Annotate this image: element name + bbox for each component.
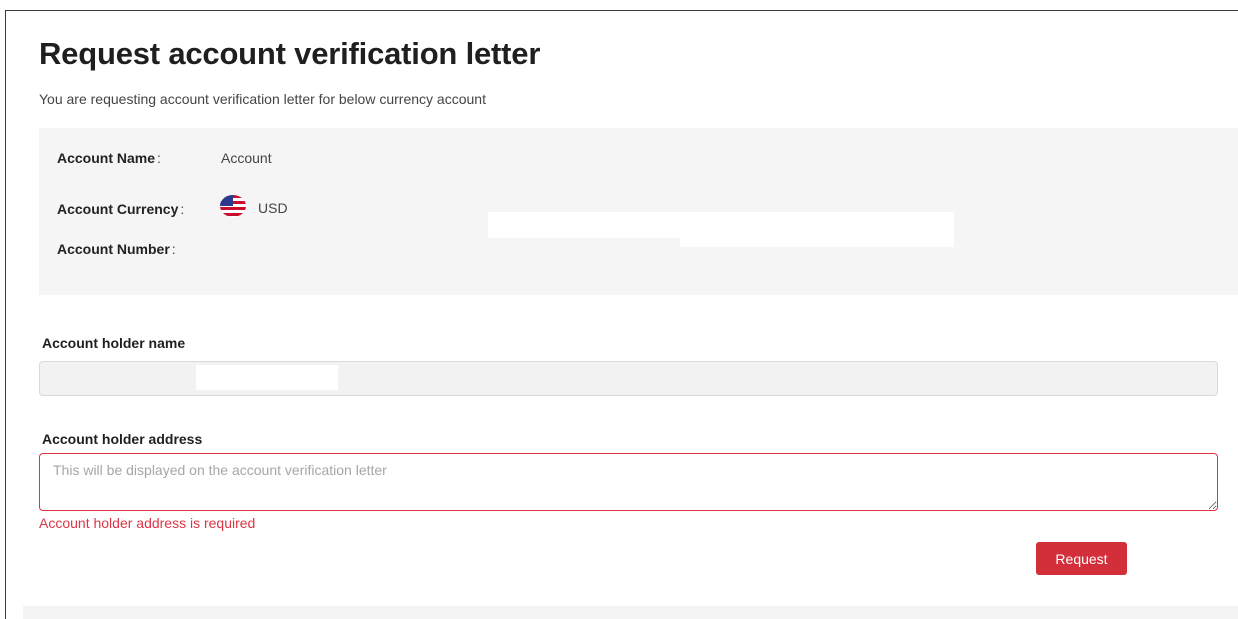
- page-subtitle: You are requesting account verification …: [39, 91, 486, 107]
- account-currency-label-text: Account Currency: [57, 201, 179, 217]
- holder-name-field: [39, 361, 1218, 396]
- account-currency-label: Account Currency:: [57, 201, 184, 217]
- page-title: Request account verification letter: [39, 36, 541, 71]
- account-number-label: Account Number:: [57, 241, 176, 257]
- us-flag-icon: [220, 195, 246, 217]
- account-name-label: Account Name:: [57, 150, 161, 166]
- request-button[interactable]: Request: [1036, 542, 1127, 575]
- holder-address-error: Account holder address is required: [39, 515, 256, 531]
- account-name-label-text: Account Name: [57, 150, 156, 166]
- account-name-value: Account: [221, 150, 272, 166]
- holder-name-label: Account holder name: [42, 335, 186, 351]
- colon: :: [180, 201, 185, 217]
- account-number-label-text: Account Number: [57, 241, 170, 257]
- redacted-block: [196, 365, 338, 390]
- account-currency-value: USD: [258, 200, 288, 216]
- page-background-strip: [23, 606, 1238, 619]
- account-info-panel: Account Name: Account Account Currency: …: [39, 128, 1238, 295]
- redacted-block: [680, 212, 954, 247]
- holder-address-label: Account holder address: [42, 431, 203, 447]
- redacted-block: [488, 212, 680, 238]
- colon: :: [157, 150, 161, 166]
- holder-address-input[interactable]: [39, 453, 1218, 511]
- colon: :: [171, 241, 176, 257]
- flag-canton: [220, 195, 233, 206]
